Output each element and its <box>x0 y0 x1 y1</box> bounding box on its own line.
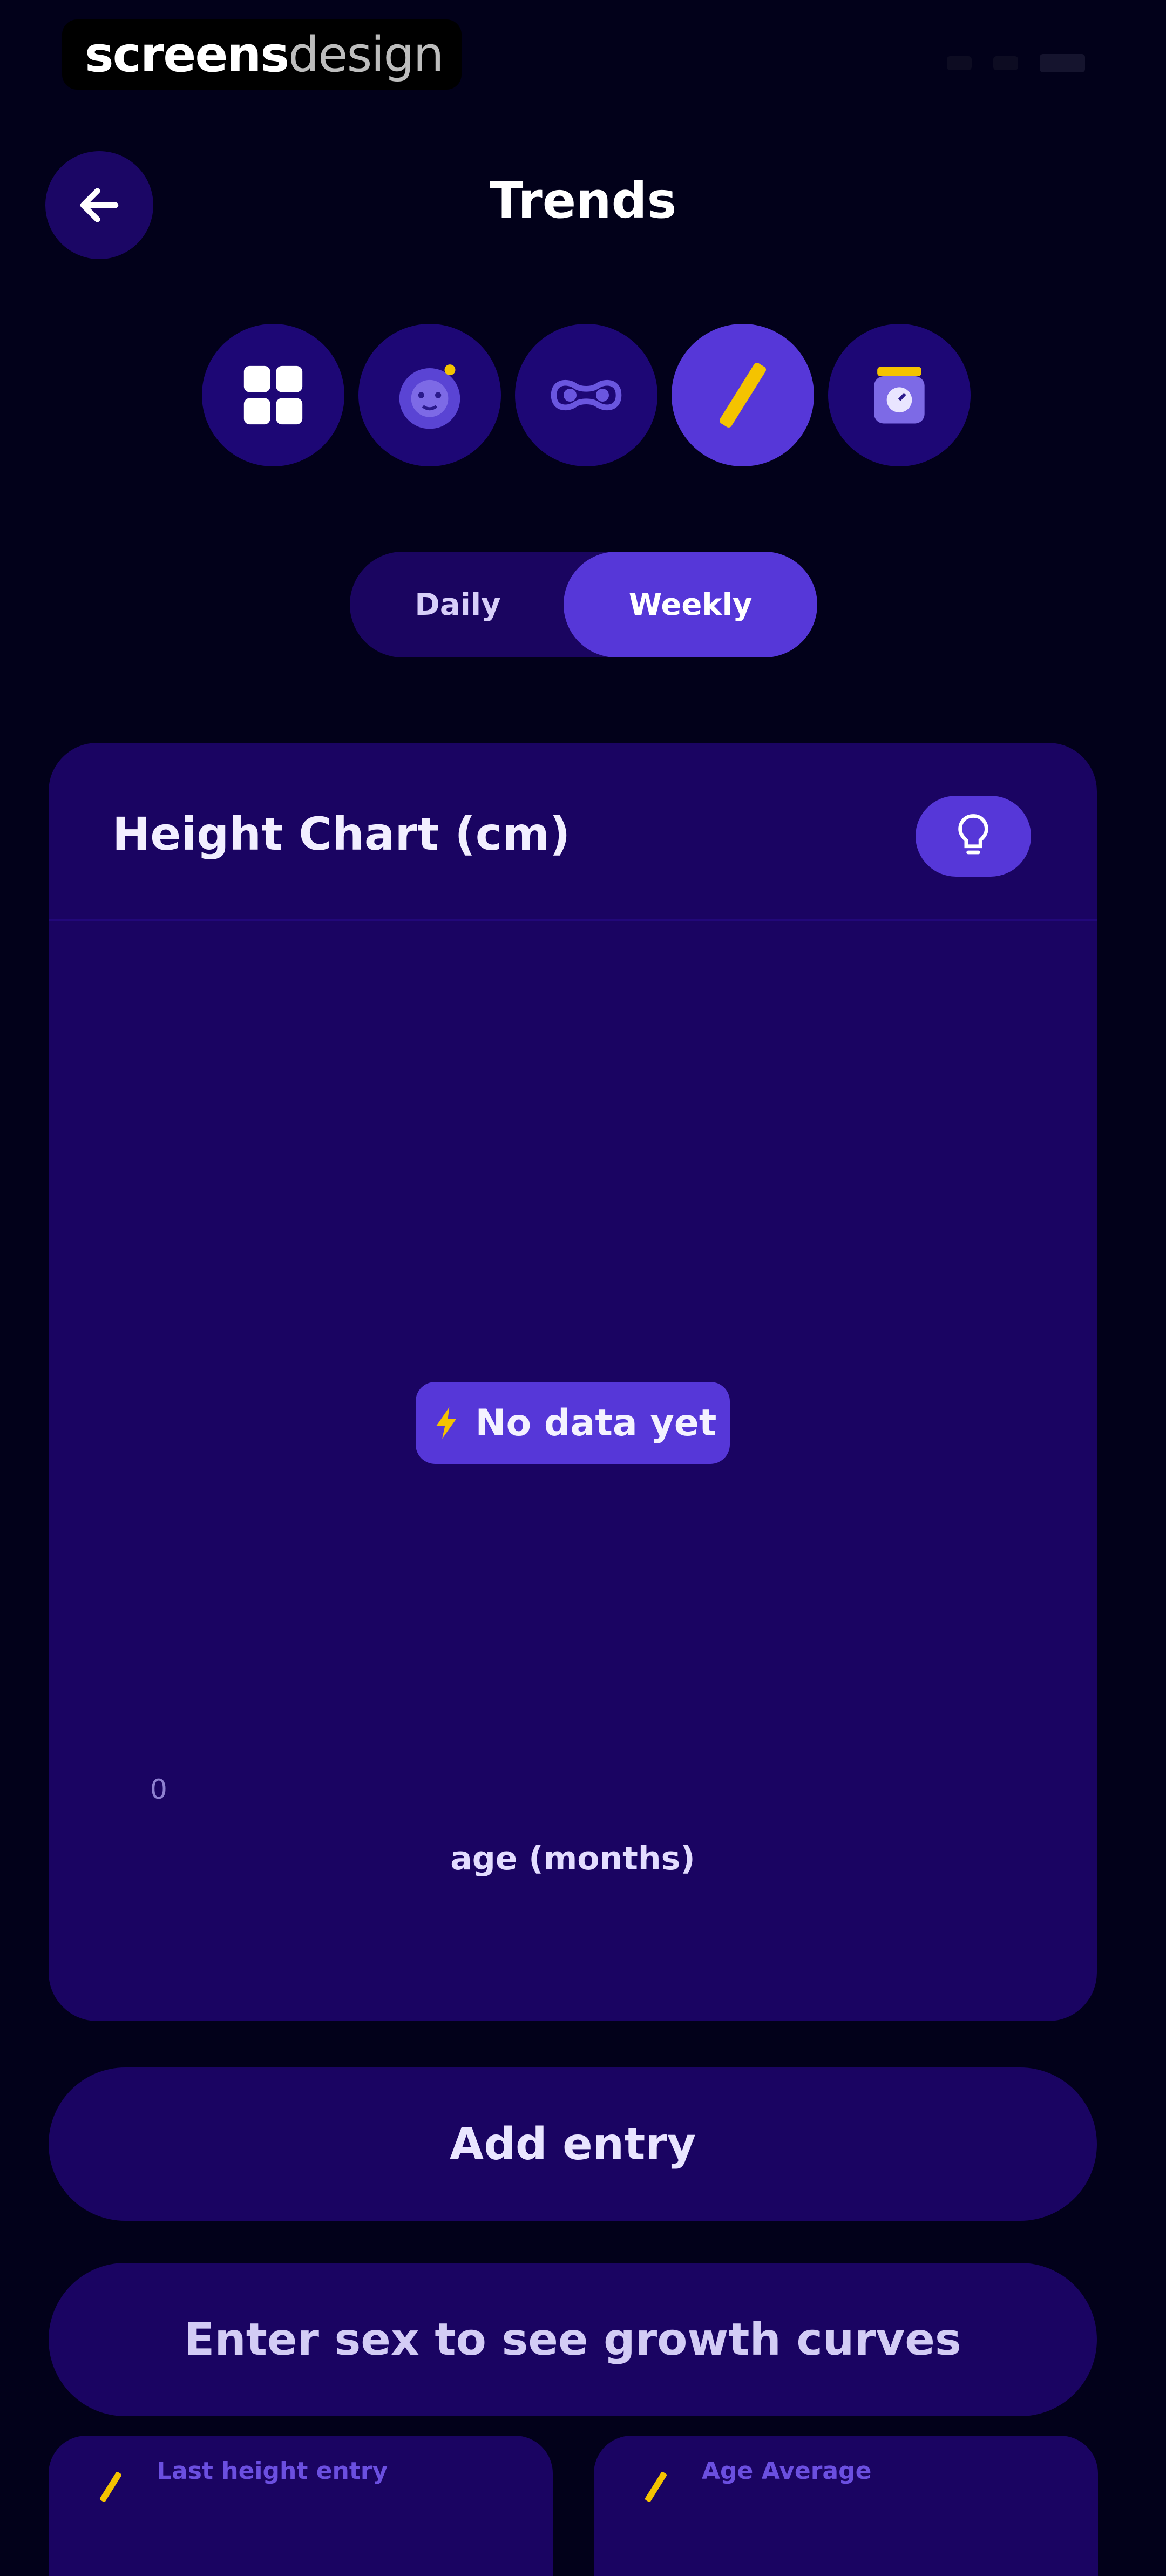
lightbulb-icon <box>958 814 988 855</box>
tab-sleep[interactable] <box>515 324 657 466</box>
age-average-label: Age Average <box>702 2457 872 2485</box>
last-entry-label: Last height entry <box>157 2457 388 2485</box>
ruler-icon <box>719 363 767 428</box>
enter-sex-button[interactable]: Enter sex to see growth curves <box>49 2263 1097 2416</box>
y-axis-zero-label: 0 <box>150 1774 167 1805</box>
sleep-mask-icon <box>551 379 622 411</box>
lightning-icon <box>436 1407 457 1439</box>
add-entry-button[interactable]: Add entry <box>49 2067 1097 2221</box>
signal-icon <box>947 56 972 70</box>
battery-icon <box>1040 54 1085 72</box>
x-axis-label: age (months) <box>450 1840 695 1877</box>
toggle-daily[interactable]: Daily <box>350 552 566 657</box>
watermark-part-1: screens <box>85 26 289 83</box>
tab-growth[interactable] <box>672 324 814 466</box>
tab-weight[interactable] <box>828 324 971 466</box>
height-chart-card: Height Chart (cm) No data yet 0 age (mon… <box>49 743 1097 2021</box>
period-toggle: Daily Weekly <box>350 552 817 657</box>
tab-feeding[interactable] <box>358 324 501 466</box>
dashboard-grid-icon <box>243 365 303 425</box>
tips-button[interactable] <box>916 796 1031 877</box>
watermark-logo: screens design <box>62 19 462 90</box>
ruler-icon <box>645 2472 667 2502</box>
chart-header: Height Chart (cm) <box>49 743 1097 921</box>
empty-state-badge: No data yet <box>416 1382 730 1464</box>
wifi-icon <box>993 56 1018 70</box>
watermark-part-2: design <box>288 26 444 83</box>
weight-scale-icon <box>874 367 925 424</box>
empty-state-text: No data yet <box>475 1401 717 1445</box>
age-average-card[interactable]: Age Average <box>594 2436 1098 2576</box>
baby-face-icon <box>399 364 460 429</box>
status-bar-icons <box>947 54 1085 72</box>
ruler-icon <box>99 2472 122 2502</box>
category-tabs <box>202 324 971 466</box>
last-entry-card[interactable]: Last height entry <box>49 2436 553 2576</box>
page-title: Trends <box>489 172 677 229</box>
chart-title: Height Chart (cm) <box>112 808 571 860</box>
tab-overview[interactable] <box>202 324 344 466</box>
toggle-weekly[interactable]: Weekly <box>564 552 817 657</box>
